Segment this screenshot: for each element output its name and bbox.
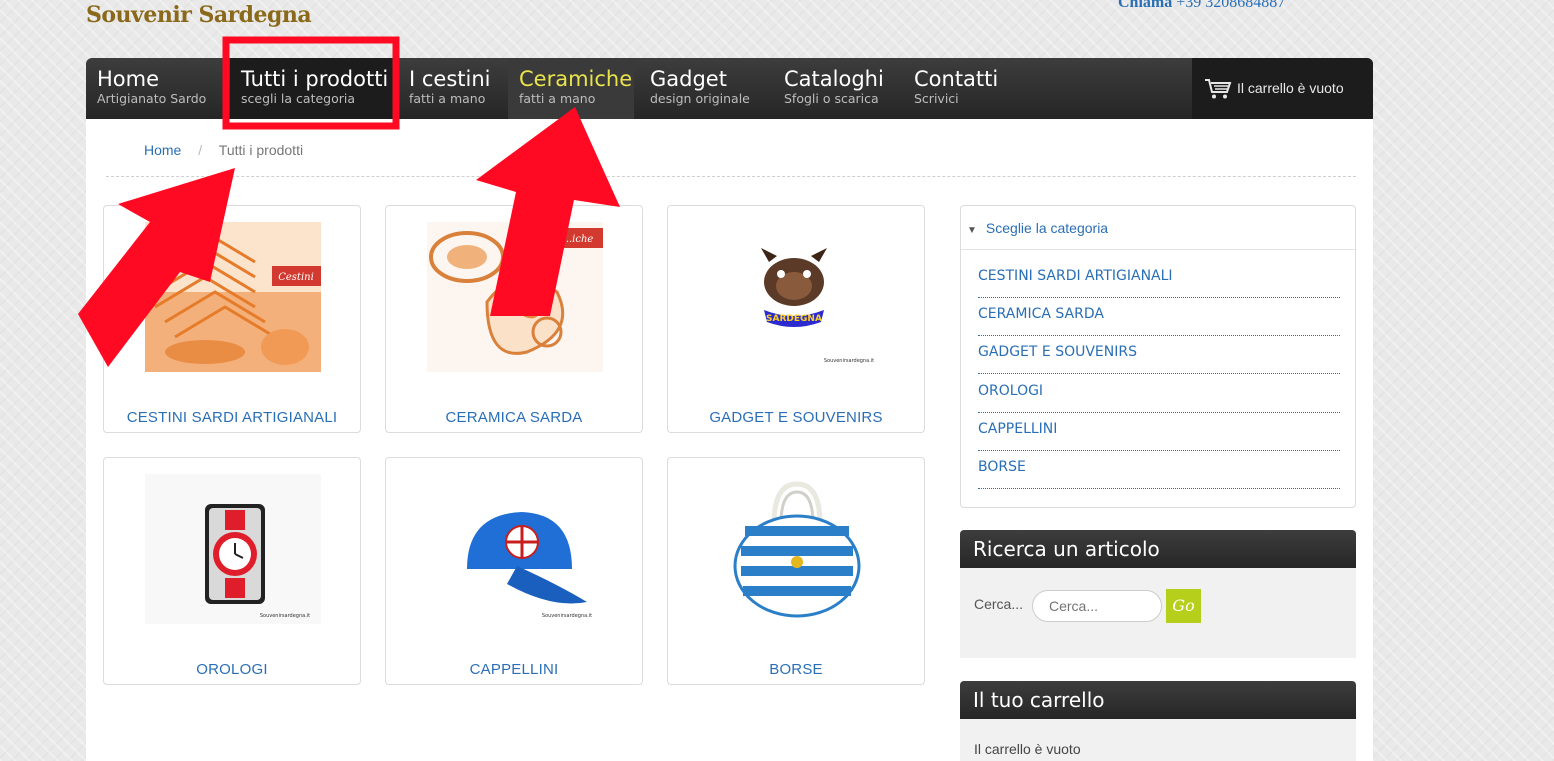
nav-item-tutti-i-prodotti[interactable]: Tutti i prodotti scegli la categoria [230,58,399,119]
sidebar-category-link[interactable]: BORSE [978,459,1340,489]
search-input[interactable] [1032,590,1162,622]
ceramica-image: ...iche [427,222,603,372]
cart-panel-title: Il tuo carrello [960,681,1356,719]
cart-empty-text: Il carrello è vuoto [974,741,1081,757]
product-card-ceramica[interactable]: ...iche CERAMICA SARDA [385,205,643,433]
product-label[interactable]: CAPPELLINI [386,661,642,678]
nav-subtitle: Artigianato Sardo [97,91,207,106]
main-content: Home / Tutti i prodotti Cestini CESTINI … [86,119,1373,761]
cart-panel-body: Il carrello è vuoto [960,719,1356,761]
orologi-image-caption: Souvenirsardegna.it [260,613,310,619]
product-card-orologi[interactable]: Souvenirsardegna.it OROLOGI [103,457,361,685]
divider [961,249,1355,250]
product-card-cappellini[interactable]: Souvenirsardegna.it CAPPELLINI [385,457,643,685]
nav-title: I cestini [409,67,491,91]
nav-subtitle: Sfogli o scarica [784,91,879,106]
cestini-image: Cestini [145,222,321,372]
cart-panel: Il tuo carrello Il carrello è vuoto [960,681,1356,761]
product-card-borse[interactable]: BORSE [667,457,925,685]
search-panel-body: Cerca... Go [960,568,1356,658]
gadget-image-text: SARDEGNA [766,314,822,324]
breadcrumb: Home / Tutti i prodotti [144,142,303,158]
nav-subtitle: Scrivici [914,91,959,106]
search-panel-title: Ricerca un articolo [960,530,1356,568]
product-label[interactable]: OROLOGI [104,661,360,678]
product-label[interactable]: CERAMICA SARDA [386,409,642,426]
nav-title: Ceramiche [519,67,633,91]
nav-item-i-cestini[interactable]: I cestini fatti a mano [398,58,508,119]
nav-item-ceramiche[interactable]: Ceramiche fatti a mano [508,58,634,119]
divider [106,176,1356,177]
sidebar-category-link[interactable]: CESTINI SARDI ARTIGIANALI [978,268,1340,298]
phone-number[interactable]: +39 3208684887 [1176,0,1285,11]
main-navigation: Home Artigianato Sardo Tutti i prodotti … [86,58,1373,119]
product-card-gadget[interactable]: SARDEGNA Souvenirsardegna.it GADGET E SO… [667,205,925,433]
gadget-image-caption: Souvenirsardegna.it [824,358,874,364]
nav-item-contatti[interactable]: Contatti Scrivici [903,58,1013,119]
search-label: Cerca... [974,596,1024,612]
nav-title: Home [97,67,160,91]
nav-title: Contatti [914,67,999,91]
nav-item-cataloghi[interactable]: Cataloghi Sfogli o scarica [773,58,903,119]
nav-item-gadget[interactable]: Gadget design originale [639,58,772,119]
phone-label: Chiama [1118,0,1173,11]
product-label[interactable]: GADGET E SOUVENIRS [668,409,924,426]
ceramica-badge: ...iche [563,234,594,245]
breadcrumb-separator: / [198,142,203,158]
cestini-badge: Cestini [278,272,314,283]
nav-item-home[interactable]: Home Artigianato Sardo [86,58,230,119]
nav-title: Gadget [650,67,727,91]
breadcrumb-home-link[interactable]: Home [144,142,181,158]
nav-subtitle: design originale [650,91,750,106]
cappellini-image: Souvenirsardegna.it [427,474,603,624]
header-cart-label: Il carrello è vuoto [1237,80,1344,96]
caret-down-icon: ▼ [967,225,977,236]
borse-image [709,474,885,624]
category-box-header[interactable]: ▼ Sceglie la categoria [967,220,1108,236]
nav-subtitle: fatti a mano [519,91,596,106]
cappellini-image-caption: Souvenirsardegna.it [542,613,592,619]
orologi-image: Souvenirsardegna.it [145,474,321,624]
breadcrumb-current: Tutti i prodotti [218,142,304,158]
product-label[interactable]: CESTINI SARDI ARTIGIANALI [104,409,360,426]
search-go-button[interactable]: Go [1166,589,1201,623]
category-box: ▼ Sceglie la categoria CESTINI SARDI ARTI… [960,205,1356,508]
sidebar-category-link[interactable]: OROLOGI [978,383,1340,413]
header-cart-button[interactable]: Il carrello è vuoto [1192,58,1373,119]
phone-info: Chiama +39 3208684887 [1118,0,1285,12]
sidebar-category-link[interactable]: CERAMICA SARDA [978,306,1340,336]
sidebar-category-link[interactable]: GADGET E SOUVENIRS [978,344,1340,374]
product-label[interactable]: BORSE [668,661,924,678]
shopping-cart-icon [1205,79,1232,99]
category-box-title: Sceglie la categoria [985,220,1109,236]
nav-title: Cataloghi [784,67,884,91]
nav-title: Tutti i prodotti [241,67,389,91]
site-logo[interactable]: Souvenir Sardegna [86,2,312,28]
search-panel: Ricerca un articolo Cerca... Go [960,530,1356,658]
nav-subtitle: scegli la categoria [241,91,356,106]
sidebar-category-link[interactable]: CAPPELLINI [978,421,1340,451]
product-card-cestini[interactable]: Cestini CESTINI SARDI ARTIGIANALI [103,205,361,433]
nav-subtitle: fatti a mano [409,91,486,106]
gadget-image: SARDEGNA Souvenirsardegna.it [709,222,885,372]
